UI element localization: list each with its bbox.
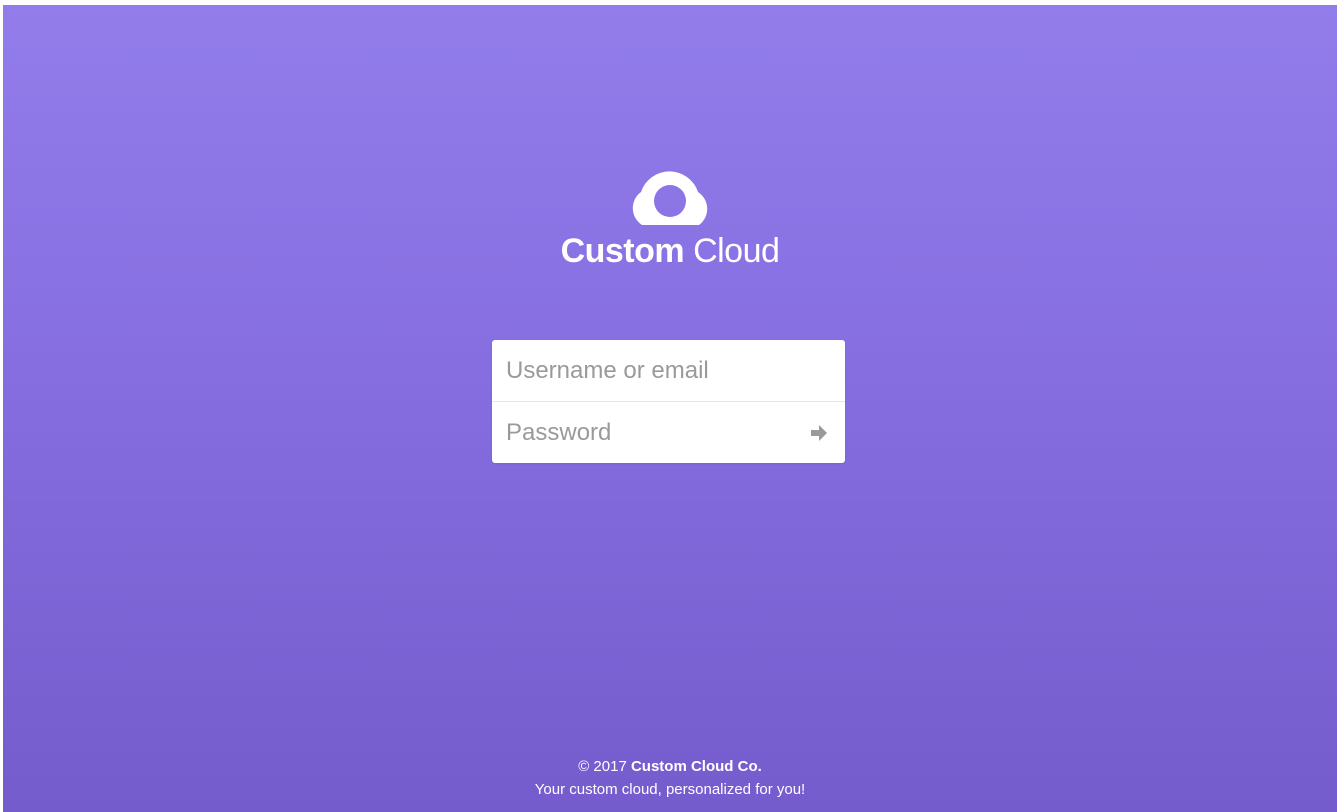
brand-name-light: Cloud	[693, 232, 780, 270]
login-page: Custom Cloud © 2017 Custom Cloud Co. You…	[3, 5, 1337, 812]
brand-name-bold: Custom	[560, 232, 685, 270]
tagline: Your custom cloud, personalized for you!	[534, 781, 806, 798]
username-field-row	[492, 340, 845, 401]
cloud-icon	[632, 171, 708, 225]
copyright-text: © 2017	[578, 758, 627, 775]
arrow-right-icon	[811, 425, 827, 441]
login-submit-button[interactable]	[807, 421, 831, 445]
brand-name: Custom Cloud	[3, 231, 1337, 271]
company-name: Custom Cloud Co.	[630, 758, 762, 775]
copyright-line: © 2017 Custom Cloud Co.	[3, 755, 1337, 778]
password-input[interactable]	[492, 402, 845, 463]
login-form	[492, 340, 845, 463]
username-input[interactable]	[492, 340, 845, 401]
password-field-row	[492, 401, 845, 463]
logo: Custom Cloud	[3, 165, 1337, 271]
footer: © 2017 Custom Cloud Co. Your custom clou…	[3, 755, 1337, 801]
